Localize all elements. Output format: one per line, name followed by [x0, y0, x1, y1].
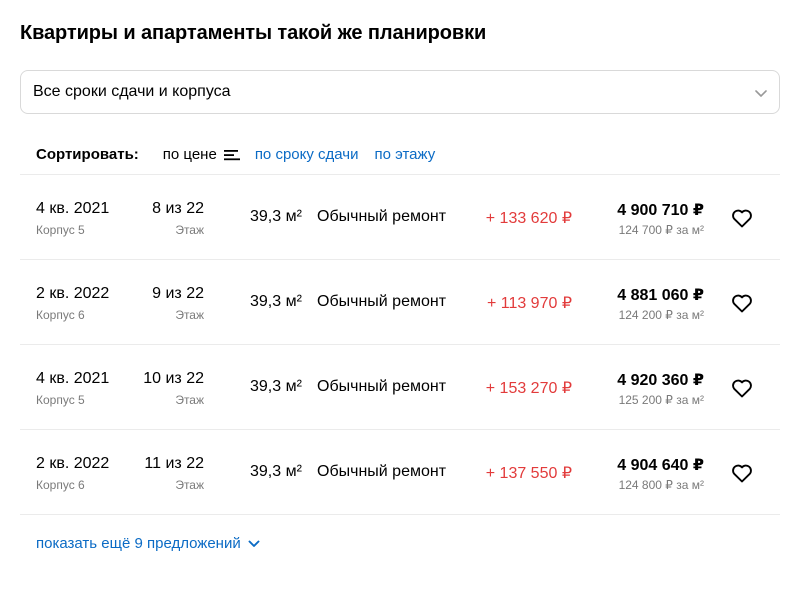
offer-floor-label: Этаж — [175, 393, 204, 407]
term-filter-select[interactable]: Все сроки сдачи и корпуса — [20, 70, 780, 114]
offer-floor: 9 из 22 — [152, 285, 204, 302]
offer-price-diff: + 113 970 ₽ — [486, 295, 572, 312]
offer-floor-label: Этаж — [175, 478, 204, 492]
offer-price: 4 900 710 ₽ — [617, 202, 704, 219]
offer-area: 39,3 м² — [250, 293, 302, 310]
sort-label: Сортировать: — [36, 146, 139, 163]
offer-term: 2 кв. 2022 — [36, 455, 110, 472]
offer-floor: 11 из 22 — [144, 455, 204, 472]
offers-list: 4 кв. 2021 Корпус 5 8 из 22 Этаж 39,3 м²… — [20, 174, 780, 515]
offer-term: 4 кв. 2021 — [36, 370, 110, 387]
show-more-label: показать ещё 9 предложений — [36, 535, 241, 552]
offer-corpus: Корпус 6 — [36, 478, 85, 492]
offer-term: 4 кв. 2021 — [36, 200, 110, 217]
offer-corpus: Корпус 5 — [36, 393, 85, 407]
sort-by-floor[interactable]: по этажу — [375, 146, 436, 163]
offer-area: 39,3 м² — [250, 463, 302, 480]
heart-icon[interactable] — [730, 461, 754, 485]
offer-price-diff: + 153 270 ₽ — [485, 380, 572, 397]
chevron-down-icon — [755, 90, 767, 97]
offer-price-per-meter: 125 200 ₽ за м² — [618, 393, 704, 407]
sort-descending-icon — [223, 149, 240, 160]
offer-price-diff: + 137 550 ₽ — [485, 465, 572, 482]
sort-bar: Сортировать: по цене по сроку сдачи по э… — [36, 146, 451, 163]
offer-repair: Обычный ремонт — [317, 378, 447, 395]
offer-repair: Обычный ремонт — [317, 208, 447, 225]
sort-by-term[interactable]: по сроку сдачи — [255, 146, 359, 163]
offer-floor-label: Этаж — [175, 223, 204, 237]
offer-row[interactable]: 4 кв. 2021 Корпус 5 8 из 22 Этаж 39,3 м²… — [20, 175, 780, 260]
heart-icon[interactable] — [730, 291, 754, 315]
offer-price: 4 920 360 ₽ — [617, 372, 704, 389]
show-more-link[interactable]: показать ещё 9 предложений — [36, 535, 261, 552]
term-filter-value: Все сроки сдачи и корпуса — [33, 83, 231, 100]
heart-icon[interactable] — [730, 206, 754, 230]
offer-price-per-meter: 124 700 ₽ за м² — [618, 223, 704, 237]
offer-row[interactable]: 2 кв. 2022 Корпус 6 9 из 22 Этаж 39,3 м²… — [20, 260, 780, 345]
offer-price-per-meter: 124 200 ₽ за м² — [618, 308, 704, 322]
chevron-down-icon — [248, 540, 260, 547]
offer-floor: 8 из 22 — [152, 200, 204, 217]
offer-row[interactable]: 4 кв. 2021 Корпус 5 10 из 22 Этаж 39,3 м… — [20, 345, 780, 430]
offer-floor: 10 из 22 — [143, 370, 204, 387]
sort-by-price[interactable]: по цене — [163, 146, 241, 163]
offer-area: 39,3 м² — [250, 378, 302, 395]
offer-term: 2 кв. 2022 — [36, 285, 110, 302]
offer-price: 4 881 060 ₽ — [617, 287, 704, 304]
offer-repair: Обычный ремонт — [317, 293, 447, 310]
offer-corpus: Корпус 5 — [36, 223, 85, 237]
offer-row[interactable]: 2 кв. 2022 Корпус 6 11 из 22 Этаж 39,3 м… — [20, 430, 780, 515]
offer-area: 39,3 м² — [250, 208, 302, 225]
offer-floor-label: Этаж — [175, 308, 204, 322]
sort-by-price-label: по цене — [162, 146, 217, 163]
page-title: Квартиры и апартаменты такой же планиров… — [20, 22, 487, 44]
offer-repair: Обычный ремонт — [317, 463, 447, 480]
offer-price-per-meter: 124 800 ₽ за м² — [618, 478, 704, 492]
offer-price: 4 904 640 ₽ — [617, 457, 704, 474]
offer-price-diff: + 133 620 ₽ — [485, 210, 572, 227]
offer-corpus: Корпус 6 — [36, 308, 85, 322]
heart-icon[interactable] — [730, 376, 754, 400]
